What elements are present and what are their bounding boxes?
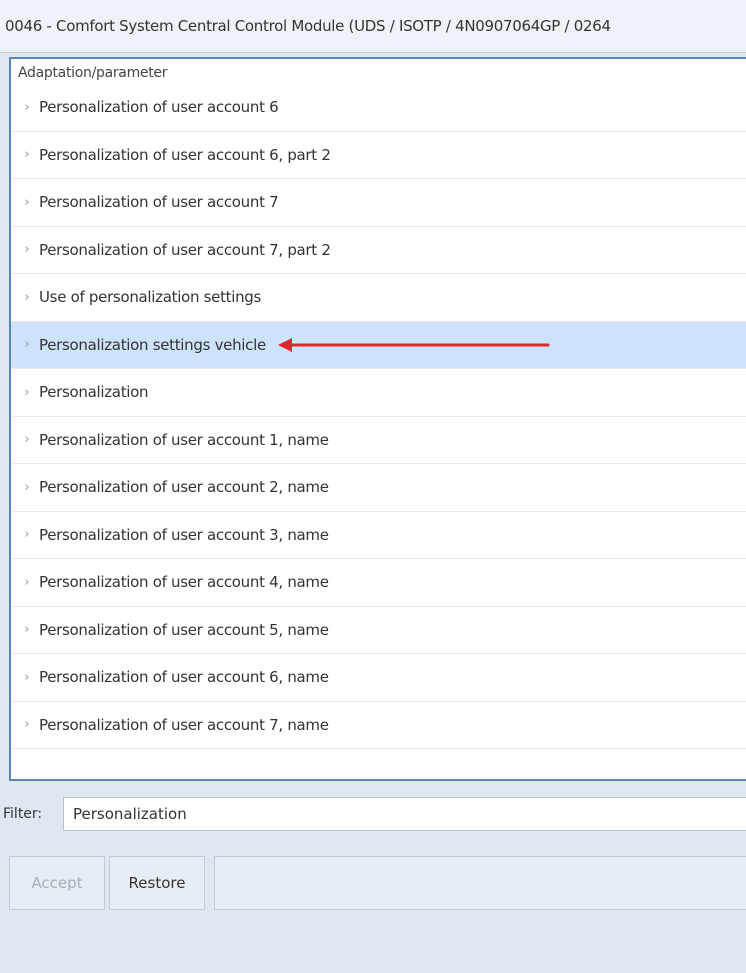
list-item[interactable]: › Personalization settings vehicle: [11, 321, 746, 369]
restore-button[interactable]: Restore: [109, 856, 205, 910]
chevron-right-icon: ›: [24, 147, 30, 163]
accept-button[interactable]: Accept: [9, 856, 105, 910]
list-item-label: Personalization of user account 3, name: [39, 525, 329, 544]
list-item[interactable]: › Use of personalization settings: [11, 274, 746, 322]
list-item-label: Use of personalization settings: [39, 288, 262, 307]
chevron-right-icon: ›: [24, 669, 30, 685]
list-item-label: Personalization of user account 2, name: [39, 478, 329, 497]
group-header: Adaptation/parameter: [18, 65, 168, 81]
list-item[interactable]: › Personalization: [11, 369, 746, 417]
chevron-right-icon: ›: [24, 479, 30, 495]
window-title-bar: 0046 - Comfort System Central Control Mo…: [0, 0, 746, 53]
list-item-label: Personalization of user account 4, name: [39, 573, 329, 592]
chevron-right-icon: ›: [24, 574, 30, 590]
list-item[interactable]: › Personalization of user account 7: [11, 179, 746, 227]
list-item-label: Personalization of user account 5, name: [39, 620, 329, 639]
chevron-right-icon: ›: [24, 194, 30, 210]
list-item-label: Personalization settings vehicle: [39, 335, 266, 354]
list-item-label: Personalization of user account 6, name: [39, 668, 329, 687]
chevron-right-icon: ›: [24, 384, 30, 400]
filter-input[interactable]: [63, 797, 746, 831]
list-item[interactable]: › Personalization of user account 6, name: [11, 654, 746, 702]
button-bar-spacer: [214, 856, 746, 910]
chevron-right-icon: ›: [24, 337, 30, 353]
list-item-label: Personalization of user account 1, name: [39, 430, 329, 449]
chevron-right-icon: ›: [24, 99, 30, 115]
list-item[interactable]: › Personalization of user account 4, name: [11, 559, 746, 607]
list-item[interactable]: › Personalization of user account 3, name: [11, 512, 746, 559]
list-item[interactable]: › Personalization of user account 7, name: [11, 702, 746, 749]
chevron-right-icon: ›: [24, 242, 30, 258]
chevron-right-icon: ›: [24, 717, 30, 733]
list-item[interactable]: › Personalization of user account 7, part…: [11, 227, 746, 274]
list-item[interactable]: › Personalization of user account 1, name: [11, 417, 746, 464]
chevron-right-icon: ›: [24, 432, 30, 448]
list-item[interactable]: › Personalization of user account 2, name: [11, 464, 746, 512]
list-item[interactable]: › Personalization of user account 6: [11, 84, 746, 132]
list-item-label: Personalization of user account 6, part …: [39, 145, 331, 164]
chevron-right-icon: ›: [24, 527, 30, 543]
list-item-label: Personalization of user account 7: [39, 193, 279, 212]
annotation-arrow-icon: [277, 337, 553, 353]
chevron-right-icon: ›: [24, 289, 30, 305]
filter-label: Filter:: [3, 806, 43, 822]
adaptation-list-panel: Adaptation/parameter › Personalization of…: [9, 57, 746, 781]
chevron-right-icon: ›: [24, 622, 30, 638]
window-title: 0046 - Comfort System Central Control Mo…: [5, 17, 611, 35]
list-item-label: Personalization of user account 7, part …: [39, 240, 331, 259]
list-item[interactable]: › Personalization of user account 6, part…: [11, 132, 746, 179]
adaptation-list: › Personalization of user account 6 › Perso…: [11, 84, 746, 749]
list-item[interactable]: › Personalization of user account 5, name: [11, 607, 746, 654]
filter-row: Filter:: [0, 795, 746, 833]
list-item-label: Personalization of user account 6: [39, 98, 279, 117]
list-item-label: Personalization of user account 7, name: [39, 715, 329, 734]
list-item-label: Personalization: [39, 383, 149, 402]
